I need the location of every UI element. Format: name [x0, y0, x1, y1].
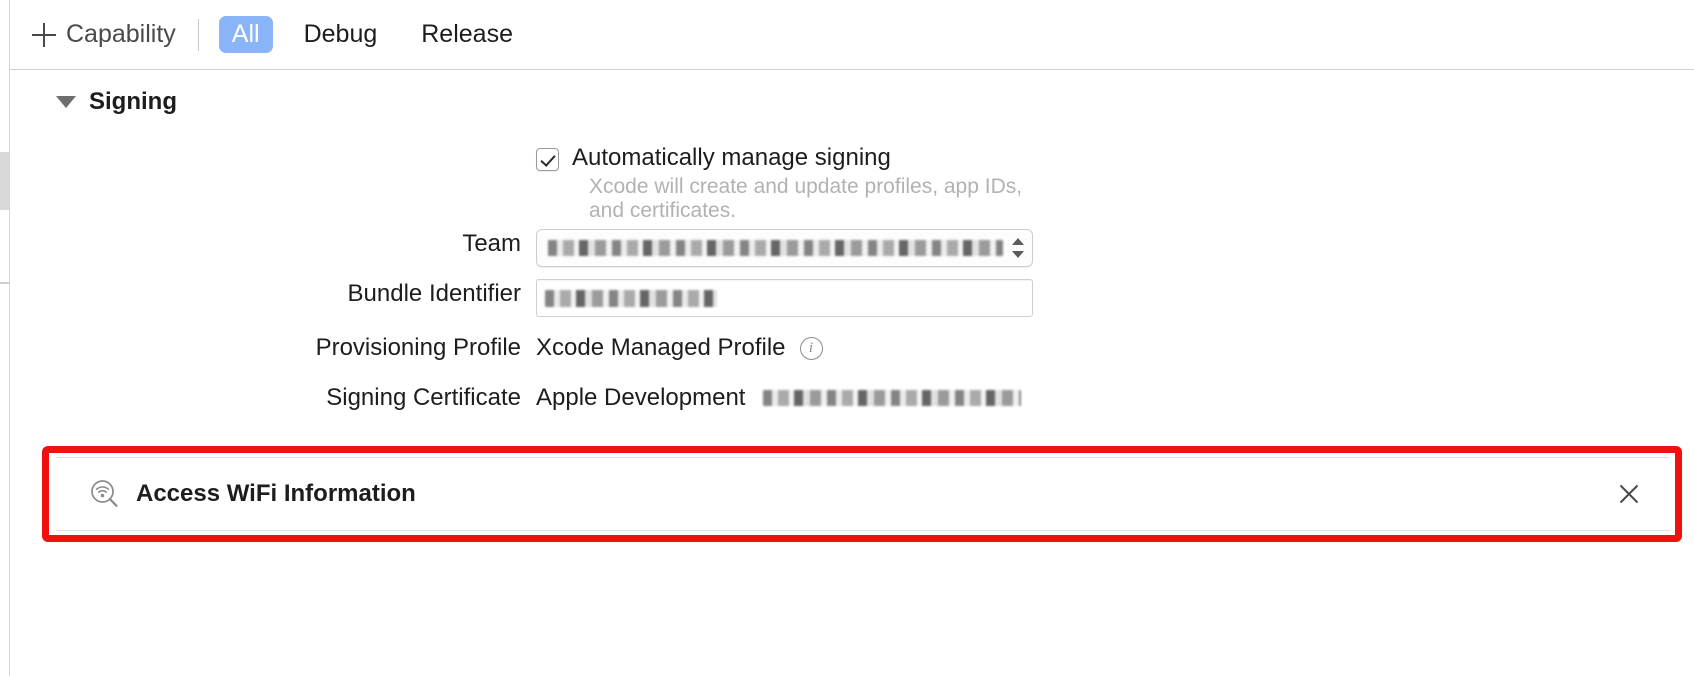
stepper-down-arrow	[1012, 251, 1024, 258]
add-capability-button[interactable]: Capability	[32, 20, 176, 49]
signing-certificate-value-group: Apple Development	[536, 383, 1022, 413]
stepper-up-arrow	[1012, 238, 1024, 245]
auto-manage-help-text: Xcode will create and update profiles, a…	[589, 175, 1023, 222]
signing-certificate-value: Apple Development	[536, 384, 746, 411]
wifi-magnifier-icon	[88, 478, 120, 510]
bundle-identifier-label: Bundle Identifier	[347, 280, 521, 307]
signing-content-area: Signing Automatically manage signing Xco…	[11, 71, 1694, 676]
info-circle-icon[interactable]: i	[799, 336, 823, 360]
bundle-identifier-row: Bundle Identifier	[11, 279, 1033, 317]
gutter-scroll-thumb[interactable]	[0, 152, 9, 210]
close-icon[interactable]	[1616, 481, 1642, 507]
stepper-arrows-icon[interactable]	[1009, 233, 1027, 263]
capability-row-access-wifi-information[interactable]: Access WiFi Information	[56, 457, 1670, 531]
provisioning-profile-row: Provisioning Profile Xcode Managed Profi…	[11, 333, 823, 363]
filter-tab-release[interactable]: Release	[408, 16, 526, 53]
signing-certificate-field: Apple Development	[536, 383, 1022, 413]
triangle-down-icon[interactable]	[56, 96, 76, 108]
bundle-identifier-input[interactable]	[536, 279, 1033, 317]
capabilities-toolbar: Capability All Debug Release	[10, 0, 1694, 70]
filter-tab-debug[interactable]: Debug	[291, 16, 391, 53]
section-title: Signing	[89, 88, 177, 115]
signing-certificate-label: Signing Certificate	[326, 384, 521, 411]
provisioning-profile-value: Xcode Managed Profile	[536, 334, 786, 361]
team-popup-button[interactable]	[536, 229, 1033, 267]
left-gutter-rail	[0, 0, 10, 676]
xcode-signing-capabilities-panel: Capability All Debug Release Signing Aut…	[0, 0, 1694, 676]
capability-title: Access WiFi Information	[136, 480, 416, 507]
auto-manage-field[interactable]: Automatically manage signing	[536, 143, 891, 173]
team-row: Team	[11, 229, 1033, 267]
filter-tab-all[interactable]: All	[218, 16, 273, 53]
signing-certificate-row: Signing Certificate Apple Development	[11, 383, 1022, 413]
auto-manage-signing-row: Automatically manage signing	[11, 143, 891, 173]
team-redacted-value	[548, 240, 1003, 256]
toolbar-divider	[197, 18, 199, 51]
signing-certificate-redacted-suffix	[763, 390, 1022, 406]
bundle-identifier-field[interactable]	[536, 279, 1033, 317]
provisioning-profile-field: Xcode Managed Profile i	[536, 333, 823, 363]
auto-manage-signing-checkbox[interactable]	[536, 148, 559, 171]
provisioning-profile-label: Provisioning Profile	[315, 334, 521, 361]
team-label: Team	[462, 230, 521, 257]
signing-section-header[interactable]: Signing	[56, 88, 177, 116]
provisioning-profile-value-group: Xcode Managed Profile i	[536, 333, 823, 363]
team-field[interactable]	[536, 229, 1033, 267]
plus-icon	[32, 22, 56, 47]
gutter-tick-mark	[0, 282, 9, 284]
add-capability-label: Capability	[66, 20, 176, 48]
auto-manage-signing-label: Automatically manage signing	[572, 144, 891, 171]
bundle-identifier-redacted-value	[545, 289, 717, 307]
